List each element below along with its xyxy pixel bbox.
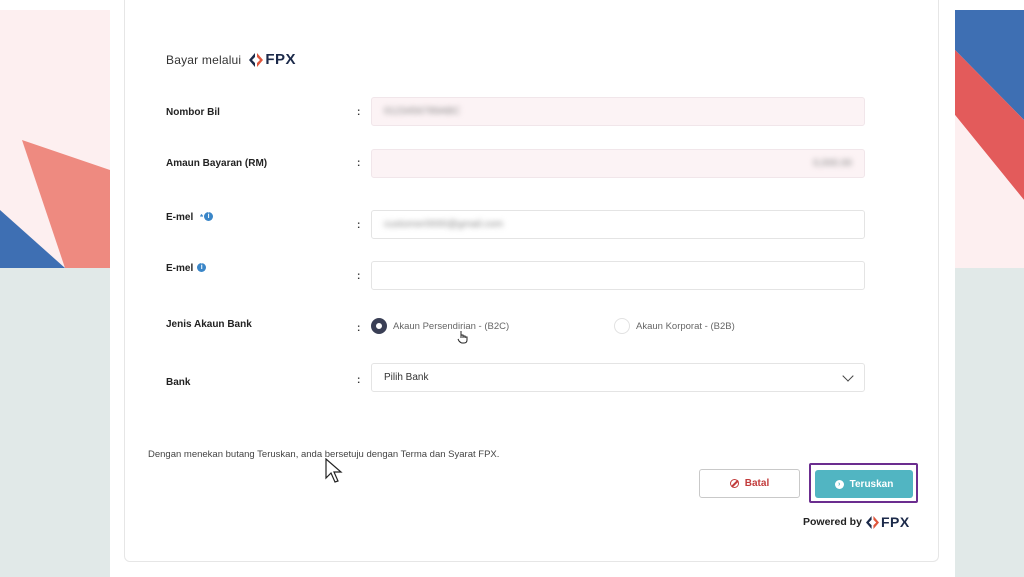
info-icon[interactable]: i bbox=[204, 212, 214, 221]
amount-label: Amaun Bayaran (RM) bbox=[166, 158, 268, 169]
bill-number-label: Nombor Bil bbox=[166, 107, 220, 118]
bank-select[interactable]: Pilih Bank bbox=[371, 363, 865, 392]
fpx-logo: FPX bbox=[249, 51, 296, 68]
radio-unselected-icon[interactable] bbox=[614, 318, 630, 334]
cancel-button-label: Batal bbox=[744, 478, 770, 489]
email-label-text: E-mel bbox=[166, 212, 194, 223]
arrow-right-icon: › bbox=[834, 479, 844, 489]
colon: : bbox=[357, 271, 361, 282]
background-decor-right bbox=[955, 0, 1024, 268]
fpx-logo: FPX bbox=[865, 514, 910, 530]
fpx-brand-text: FPX bbox=[880, 514, 910, 530]
colon: : bbox=[357, 107, 361, 118]
powered-by: Powered by FPX bbox=[803, 514, 910, 530]
chevron-down-icon bbox=[842, 369, 854, 382]
email-input[interactable]: customer0000@gmail.com bbox=[371, 210, 865, 239]
continue-button-label: Teruskan bbox=[849, 478, 894, 490]
radio-option-b2b[interactable]: Akaun Korporat - (B2B) bbox=[614, 318, 735, 334]
radio-label-b2b: Akaun Korporat - (B2B) bbox=[636, 320, 735, 332]
account-type-label: Jenis Akaun Bank bbox=[166, 319, 252, 330]
colon: : bbox=[357, 158, 361, 169]
background-bottom-left bbox=[0, 268, 110, 577]
email-confirm-label-text: E-mel bbox=[166, 263, 194, 274]
radio-selected-icon[interactable] bbox=[371, 318, 387, 334]
email-confirm-input[interactable] bbox=[371, 261, 865, 290]
bill-number-value: 0123456789ABC bbox=[384, 106, 461, 117]
colon: : bbox=[357, 220, 361, 231]
bill-number-field: 0123456789ABC bbox=[371, 97, 865, 126]
cancel-icon bbox=[729, 479, 739, 488]
colon: : bbox=[357, 375, 361, 386]
terms-text: Dengan menekan butang Teruskan, anda ber… bbox=[148, 449, 500, 460]
info-icon[interactable]: i bbox=[197, 263, 207, 272]
email-value: customer0000@gmail.com bbox=[384, 219, 504, 230]
fpx-mark-icon bbox=[865, 515, 879, 529]
bank-select-value: Pilih Bank bbox=[384, 372, 429, 383]
radio-label-b2c: Akaun Persendirian - (B2C) bbox=[393, 320, 510, 332]
background-bottom-right bbox=[955, 268, 1024, 577]
email-label: E-mel * i bbox=[166, 212, 214, 223]
fpx-brand-text: FPX bbox=[265, 51, 296, 68]
cancel-button[interactable]: Batal bbox=[699, 469, 800, 498]
amount-value: 0,000.00 bbox=[813, 158, 852, 169]
continue-button[interactable]: › Teruskan bbox=[815, 470, 913, 498]
background-decor-left bbox=[0, 0, 110, 268]
radio-option-b2c[interactable]: Akaun Persendirian - (B2C) bbox=[371, 318, 509, 334]
colon: : bbox=[357, 323, 361, 334]
fpx-mark-icon bbox=[249, 52, 264, 67]
payment-header: Bayar melalui FPX bbox=[166, 51, 296, 68]
hand-cursor-icon bbox=[457, 331, 468, 344]
required-mark: * bbox=[200, 213, 204, 222]
bank-label: Bank bbox=[166, 377, 191, 388]
powered-by-text: Powered by bbox=[803, 516, 862, 528]
email-confirm-label: E-mel i bbox=[166, 263, 207, 274]
pointer-cursor-icon bbox=[325, 458, 343, 483]
pay-via-label: Bayar melalui bbox=[166, 52, 242, 67]
amount-field: 0,000.00 bbox=[371, 149, 865, 178]
